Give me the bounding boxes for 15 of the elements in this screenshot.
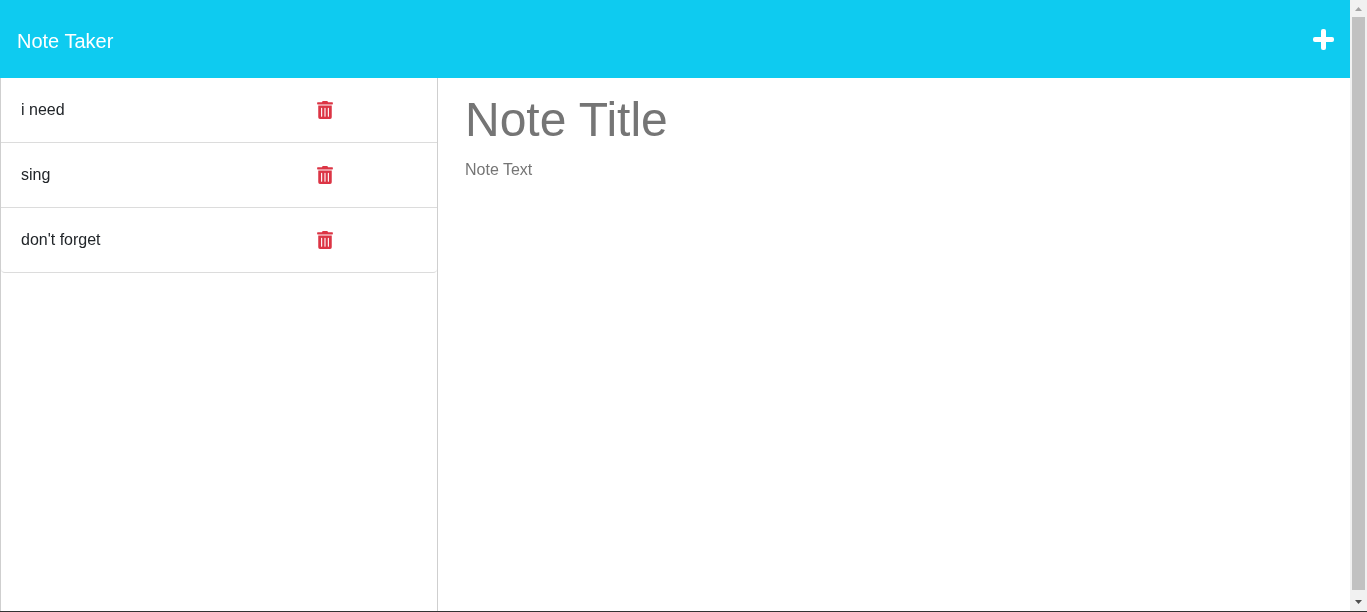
note-list-item[interactable]: i need <box>1 78 437 143</box>
scrollbar-thumb[interactable] <box>1352 17 1365 590</box>
note-title: don't forget <box>21 231 101 249</box>
note-title: i need <box>21 101 65 119</box>
note-title: sing <box>21 166 51 184</box>
scrollbar[interactable] <box>1350 0 1367 611</box>
note-list-item[interactable]: don't forget <box>1 208 437 273</box>
note-list-item[interactable]: sing <box>1 143 437 208</box>
trash-icon[interactable] <box>317 231 333 249</box>
trash-icon[interactable] <box>317 166 333 184</box>
note-title-field[interactable]: Note Title <box>465 92 1238 147</box>
app-title: Note Taker <box>17 29 114 53</box>
note-text-field[interactable]: Note Text <box>465 161 1238 581</box>
scroll-down-icon[interactable] <box>1355 600 1362 604</box>
trash-icon[interactable] <box>317 101 333 119</box>
